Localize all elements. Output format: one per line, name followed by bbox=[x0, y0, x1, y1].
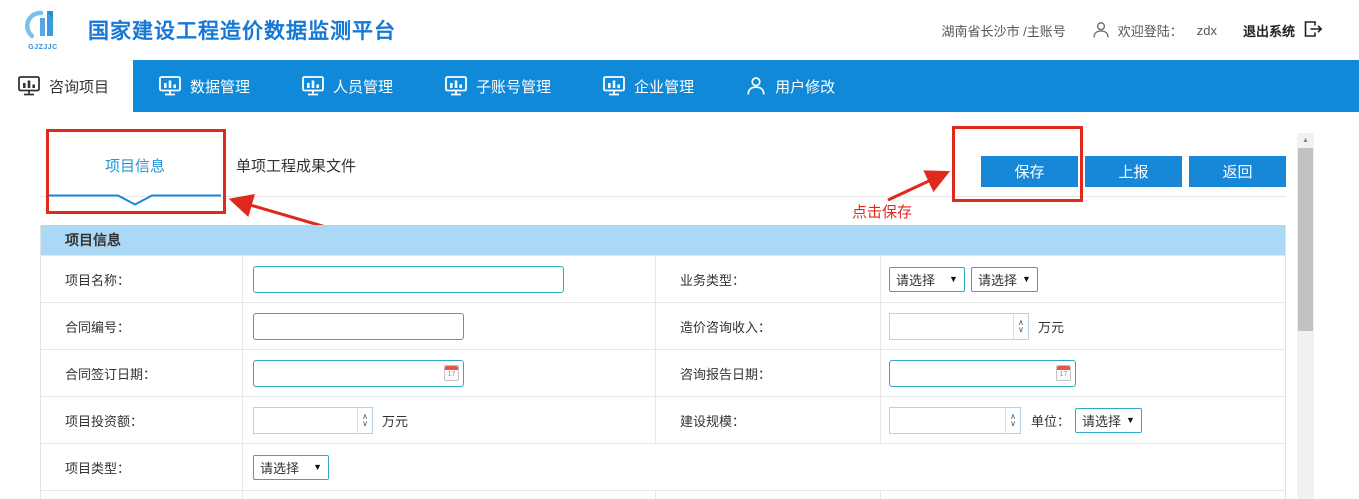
app-logo: GJZJJC bbox=[20, 9, 66, 51]
nav-item-user-edit[interactable]: 用户修改 bbox=[720, 60, 861, 112]
monitor-chart-icon bbox=[302, 76, 324, 96]
user-icon bbox=[746, 76, 766, 96]
nav-item-label: 子账号管理 bbox=[476, 76, 551, 97]
unit-label: 万元 bbox=[382, 411, 408, 430]
consulting-income-input[interactable]: ∧∨ bbox=[889, 313, 1029, 340]
nav-item-subaccount-management[interactable]: 子账号管理 bbox=[419, 60, 577, 112]
nav-item-label: 数据管理 bbox=[190, 76, 250, 97]
nav-item-label: 用户修改 bbox=[775, 76, 835, 97]
annotation-rect-tab bbox=[46, 129, 226, 214]
field-label: 项目投资额： bbox=[41, 397, 243, 443]
back-button[interactable]: 返回 bbox=[1189, 156, 1286, 187]
unit-label: 万元 bbox=[1038, 317, 1064, 336]
project-investment-input[interactable]: ∧∨ bbox=[253, 407, 373, 434]
form-row-project-type: 项目类型： 请选择 ▼ bbox=[41, 443, 1285, 490]
field-label: 合同签订日期： bbox=[41, 350, 243, 396]
chevron-down-icon: ▼ bbox=[1126, 415, 1135, 425]
logout-button[interactable]: 退出系统 bbox=[1243, 21, 1295, 40]
main-nav: 咨询项目 数据管理 人员管理 子账号管理 bbox=[0, 60, 1359, 112]
vertical-scrollbar[interactable]: ▲ bbox=[1297, 133, 1314, 499]
user-icon bbox=[1092, 21, 1110, 39]
field-label: 业务类型： bbox=[656, 256, 881, 302]
calendar-icon[interactable]: 17 bbox=[1056, 365, 1071, 381]
contract-sign-date-input[interactable]: 17 bbox=[253, 360, 464, 387]
detail-tabbar: 项目信息 单项工程成果文件 保存 上报 返回 bbox=[40, 132, 1286, 197]
field-label: 合同编号： bbox=[41, 303, 243, 349]
tab-single-project-files[interactable]: 单项工程成果文件 bbox=[236, 155, 356, 176]
project-name-input[interactable] bbox=[253, 266, 564, 293]
app-header: GJZJJC 国家建设工程造价数据监测平台 湖南省长沙市 /主账号 欢迎登陆： … bbox=[0, 0, 1359, 60]
nav-item-consulting-projects[interactable]: 咨询项目 bbox=[0, 60, 133, 112]
username: zdx bbox=[1197, 23, 1217, 38]
welcome-label: 欢迎登陆： bbox=[1118, 21, 1183, 40]
construction-scale-input[interactable]: ∧∨ bbox=[889, 407, 1021, 434]
field-label: 建设规模： bbox=[656, 397, 881, 443]
form-row-contract-date: 合同签订日期： 17 咨询报告日期： 17 bbox=[41, 349, 1285, 396]
page-title: 国家建设工程造价数据监测平台 bbox=[88, 15, 396, 45]
chevron-down-icon: ▼ bbox=[1022, 274, 1031, 284]
annotation-save-hint: 点击保存 bbox=[852, 201, 912, 222]
unit-select-label: 单位： bbox=[1031, 411, 1070, 430]
form-row-partial bbox=[41, 490, 1285, 499]
business-type-select-1[interactable]: 请选择 ▼ bbox=[889, 267, 965, 292]
form-row-project-name: 项目名称： 业务类型： 请选择 ▼ 请选择 ▼ bbox=[41, 255, 1285, 302]
project-type-select[interactable]: 请选择 ▼ bbox=[253, 455, 329, 480]
logo-building-icon bbox=[22, 9, 64, 41]
chevron-down-icon: ▼ bbox=[949, 274, 958, 284]
monitor-chart-icon bbox=[445, 76, 467, 96]
form-row-investment: 项目投资额： ∧∨ 万元 建设规模： ∧∨ 单位： 请选择 ▼ bbox=[41, 396, 1285, 443]
logout-icon[interactable] bbox=[1303, 20, 1323, 41]
field-label: 造价咨询收入： bbox=[656, 303, 881, 349]
monitor-chart-icon bbox=[18, 76, 40, 96]
calendar-icon[interactable]: 17 bbox=[444, 365, 459, 381]
monitor-chart-icon bbox=[159, 76, 181, 96]
nav-item-label: 企业管理 bbox=[634, 76, 694, 97]
nav-item-personnel-management[interactable]: 人员管理 bbox=[276, 60, 419, 112]
annotation-rect-save bbox=[952, 126, 1083, 202]
field-label: 咨询报告日期： bbox=[656, 350, 881, 396]
number-spinner[interactable]: ∧∨ bbox=[357, 408, 372, 433]
logo-text: GJZJJC bbox=[20, 44, 66, 51]
form-row-contract-number: 合同编号： 造价咨询收入： ∧∨ 万元 bbox=[41, 302, 1285, 349]
project-info-form: 项目信息 项目名称： 业务类型： 请选择 ▼ 请选择 ▼ 合同编号： bbox=[40, 225, 1286, 499]
nav-item-label: 咨询项目 bbox=[49, 76, 109, 97]
scrollbar-thumb[interactable] bbox=[1298, 148, 1313, 331]
scrollbar-up-arrow[interactable]: ▲ bbox=[1297, 133, 1314, 148]
business-type-select-2[interactable]: 请选择 ▼ bbox=[971, 267, 1038, 292]
scale-unit-select[interactable]: 请选择 ▼ bbox=[1075, 408, 1142, 433]
chevron-down-icon: ▼ bbox=[313, 462, 322, 472]
number-spinner[interactable]: ∧∨ bbox=[1005, 408, 1020, 433]
consulting-report-date-input[interactable]: 17 bbox=[889, 360, 1076, 387]
monitor-chart-icon bbox=[603, 76, 625, 96]
field-label: 项目名称： bbox=[41, 256, 243, 302]
content-area: 项目信息 单项工程成果文件 保存 上报 返回 按照提示填写完项目相关信息 点击保… bbox=[0, 112, 1359, 499]
form-section-title: 项目信息 bbox=[41, 225, 1285, 255]
number-spinner[interactable]: ∧∨ bbox=[1013, 314, 1028, 339]
nav-item-label: 人员管理 bbox=[333, 76, 393, 97]
contract-number-input[interactable] bbox=[253, 313, 464, 340]
nav-item-enterprise-management[interactable]: 企业管理 bbox=[577, 60, 720, 112]
field-label: 项目类型： bbox=[41, 444, 243, 490]
report-button[interactable]: 上报 bbox=[1085, 156, 1182, 187]
region-account-label: 湖南省长沙市 /主账号 bbox=[942, 21, 1066, 40]
nav-item-data-management[interactable]: 数据管理 bbox=[133, 60, 276, 112]
